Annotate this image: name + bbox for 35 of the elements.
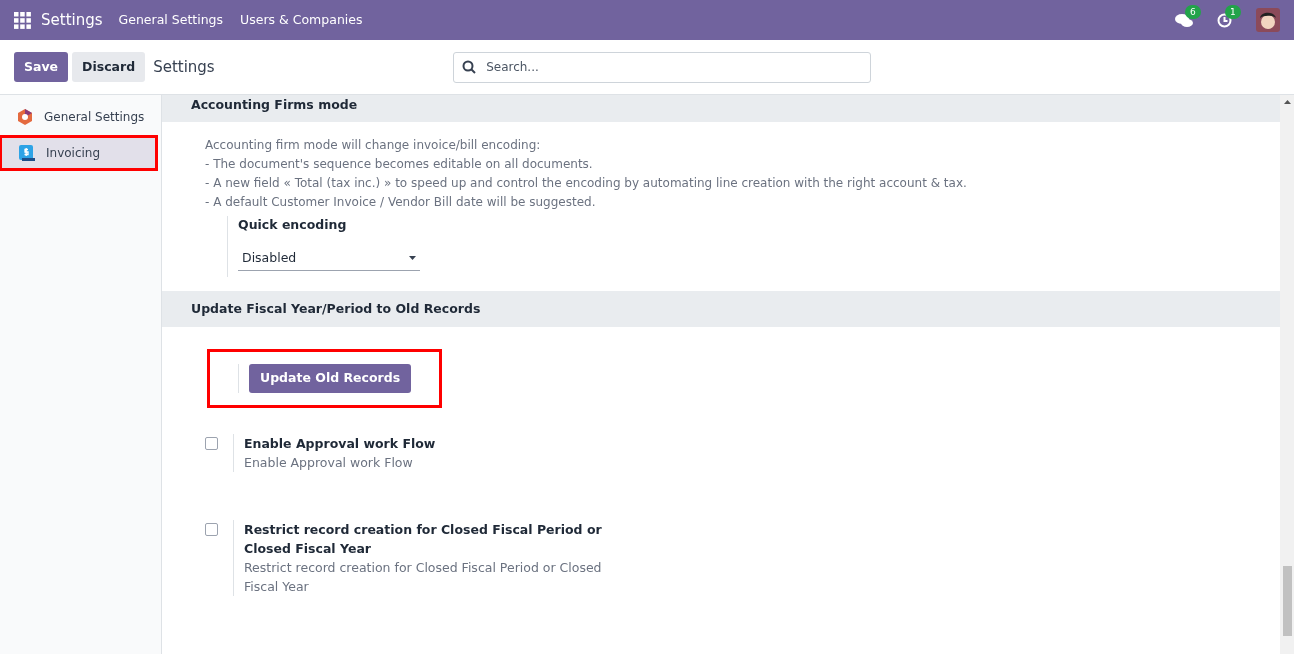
menu-link[interactable]: General Settings [118,10,224,30]
save-button[interactable]: Save [14,52,69,82]
hexagon-app-icon [16,108,34,126]
setting-help: Restrict record creation for Closed Fiscal Period or Closed Fiscal Year [244,558,603,596]
scrollbar-thumb[interactable] [1282,566,1292,636]
search-icon [462,59,477,74]
scroll-up-arrow-icon[interactable] [1283,100,1291,104]
setting-description: Accounting firm mode will change invoice/bill encoding: - The document's sequence becomes editable on all documents. - A new field « Total (tax inc.) » to speed up and control the encoding by automating line creation with the right account & tax. - A default Customer Invoice / Vendor Bill date will be suggested. [205,137,968,211]
user-avatar[interactable] [1256,8,1280,32]
update-records-button[interactable]: Update Old Records [249,363,412,393]
count-badge: 6 [1185,4,1201,19]
search-field[interactable]: Search... [453,51,872,83]
dropdown-field[interactable]: Disabled [238,246,420,271]
setting-help: Enable Approval work Flow [244,453,414,472]
discard-button[interactable]: Discard [72,52,146,82]
count-badge: 1 [1225,4,1241,19]
sidebar-item[interactable]: General Settings [0,99,161,135]
checkbox[interactable] [205,522,218,536]
section-title: Accounting Firms mode [162,95,1280,122]
app-title[interactable]: Settings [41,8,103,32]
invoice-app-icon [18,144,36,162]
setting-label: Quick encoding [238,216,348,234]
clock-icon[interactable] [1217,12,1232,28]
scrollbar[interactable] [1280,95,1294,654]
sidebar-label: Invoicing [46,145,101,162]
caret-icon [409,256,416,261]
setting-label: Restrict record creation for Closed Fiscal Period or Closed Fiscal Year [244,520,603,558]
breadcrumb: Settings [153,56,216,78]
checkbox[interactable] [205,436,218,450]
sidebar-label: General Settings [44,109,145,126]
sidebar-item[interactable]: Invoicing [0,135,158,171]
apps-menu-icon[interactable] [14,11,31,29]
section-title: Update Fiscal Year/Period to Old Records [162,290,1280,327]
setting-label: Enable Approval work Flow [244,434,437,453]
menu-link[interactable]: Users & Companies [240,10,363,30]
